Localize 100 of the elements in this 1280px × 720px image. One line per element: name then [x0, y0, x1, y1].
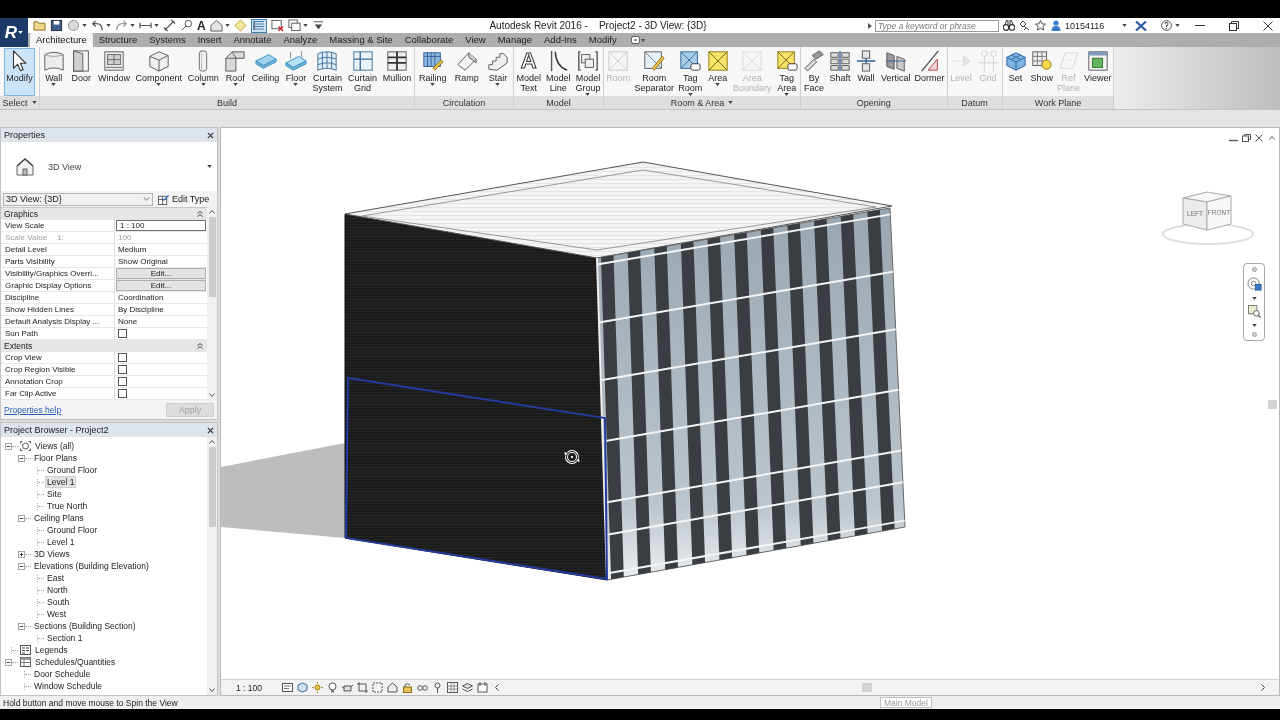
tool-button[interactable]: Wall: [853, 48, 879, 96]
chevron-left-icon[interactable]: [495, 684, 499, 691]
tree-item[interactable]: Views (all): [34, 441, 76, 451]
tree-item[interactable]: Ground Floor: [46, 525, 99, 535]
house-icon[interactable]: [387, 682, 398, 693]
ribbon-tab[interactable]: Annotate: [227, 33, 278, 47]
close-windows-icon[interactable]: [270, 19, 284, 32]
frame-icon[interactable]: [477, 682, 488, 693]
collapse-icon[interactable]: [5, 442, 12, 450]
checkbox[interactable]: [118, 377, 127, 386]
tool-button[interactable]: Stair: [484, 48, 511, 96]
tool-button[interactable]: Door: [68, 48, 95, 96]
tool-button[interactable]: A Model Text: [514, 48, 543, 96]
close-icon[interactable]: [207, 426, 214, 434]
ribbon-tab[interactable]: View: [459, 33, 492, 47]
tool-button[interactable]: Model Line: [544, 48, 573, 96]
zoom-icon[interactable]: [1247, 305, 1261, 319]
tool-button[interactable]: Floor: [282, 48, 309, 96]
scrollbar-thumb[interactable]: [1268, 400, 1277, 409]
ribbon-tab[interactable]: Collaborate: [398, 33, 460, 47]
chevron-up-icon[interactable]: [209, 210, 215, 214]
user-icon[interactable]: [1051, 20, 1061, 31]
tool-button[interactable]: By Face: [801, 48, 827, 96]
ribbon-tab[interactable]: Structure: [92, 33, 144, 47]
ribbon-tab[interactable]: Massing & Site: [323, 33, 399, 47]
caret-icon[interactable]: [1251, 323, 1257, 327]
tool-button[interactable]: Viewer: [1082, 48, 1114, 96]
edit-type-button[interactable]: Edit Type: [158, 193, 210, 205]
user-name[interactable]: 10154116: [1065, 20, 1105, 31]
close-button[interactable]: [1262, 19, 1274, 32]
tree-item[interactable]: North: [46, 585, 69, 595]
exchange-x-icon[interactable]: [1135, 20, 1148, 31]
group-header[interactable]: Graphics: [4, 209, 38, 219]
tool-button[interactable]: Area: [704, 48, 731, 96]
expand-icon[interactable]: [18, 550, 25, 558]
checkbox[interactable]: [118, 389, 127, 398]
tool-button[interactable]: Show: [1028, 48, 1056, 96]
close-icon[interactable]: [1255, 134, 1263, 142]
caret-icon[interactable]: [82, 24, 87, 27]
checkbox[interactable]: [118, 353, 127, 362]
tool-button[interactable]: Ceiling: [249, 48, 282, 96]
caret-icon[interactable]: [302, 24, 308, 27]
caret-icon[interactable]: [31, 101, 37, 105]
ribbon-tab[interactable]: Add-Ins: [538, 33, 583, 47]
tool-button[interactable]: Dormer: [912, 48, 947, 96]
collapse-icon[interactable]: [18, 562, 25, 570]
tree-item[interactable]: Level 1: [46, 537, 76, 547]
checkbox[interactable]: [118, 329, 127, 338]
tree-item[interactable]: South: [46, 597, 71, 607]
tree-item[interactable]: East: [46, 573, 65, 583]
crop-icon[interactable]: [357, 682, 368, 693]
scrollbar-thumb[interactable]: [862, 683, 872, 692]
tool-button[interactable]: Curtain Grid: [346, 48, 380, 96]
sheet-icon[interactable]: [282, 682, 293, 693]
ribbon-tab[interactable]: Insert: [191, 33, 228, 47]
tree-item[interactable]: Site: [46, 489, 63, 499]
ribbon-tab[interactable]: Modify: [582, 33, 623, 47]
tree-item[interactable]: Level 1: [46, 477, 76, 487]
restore-button[interactable]: [1228, 19, 1240, 32]
collapse-icon[interactable]: [5, 658, 12, 666]
scrollbar-thumb[interactable]: [208, 217, 216, 297]
tree-item[interactable]: 3D Views: [33, 549, 71, 559]
tool-button[interactable]: Tag Area: [773, 48, 800, 96]
sun-icon[interactable]: [312, 682, 323, 693]
ribbon-toggle-icon[interactable]: [630, 36, 645, 44]
lock-icon[interactable]: [402, 682, 413, 693]
collapse-icon[interactable]: [197, 343, 203, 349]
dimension-icon[interactable]: [163, 19, 176, 32]
tree-item[interactable]: Ceiling Plans: [33, 513, 85, 523]
app-menu-button[interactable]: R: [0, 18, 28, 47]
chevron-down-icon[interactable]: [209, 393, 215, 397]
group-header[interactable]: Extents: [4, 341, 33, 351]
switch-windows-icon[interactable]: [287, 19, 301, 32]
caret-icon[interactable]: [154, 24, 159, 27]
tool-button[interactable]: Vertical: [879, 48, 913, 96]
ribbon-tab[interactable]: Analyze: [277, 33, 324, 47]
scrollbar[interactable]: [207, 207, 217, 400]
tree-item[interactable]: Ground Floor: [46, 465, 99, 475]
chevron-up-icon[interactable]: [1269, 136, 1275, 140]
caret-icon[interactable]: [130, 24, 135, 27]
tool-button[interactable]: Mullion: [380, 48, 414, 96]
scrollbar[interactable]: [207, 437, 217, 695]
save-icon[interactable]: [50, 19, 63, 32]
help-icon[interactable]: [1161, 20, 1173, 31]
scrollbar-thumb[interactable]: [208, 447, 216, 527]
teapot-icon[interactable]: [342, 682, 353, 693]
tree-item[interactable]: West: [46, 609, 68, 619]
tool-button[interactable]: Column: [185, 48, 221, 96]
tree-item[interactable]: Window Schedule: [33, 681, 104, 691]
glasses-icon[interactable]: [417, 682, 428, 693]
tool-button[interactable]: Modify: [4, 48, 35, 96]
cube-icon[interactable]: [297, 682, 308, 693]
tool-button[interactable]: Shaft: [827, 48, 853, 96]
tool-button[interactable]: Set: [1002, 48, 1029, 96]
tree-item[interactable]: Elevations (Building Elevation): [33, 561, 150, 571]
close-icon[interactable]: [207, 131, 214, 139]
search-field[interactable]: Type a keyword or phrase: [875, 19, 999, 32]
edit-button[interactable]: Edit...: [116, 280, 206, 291]
undo-icon[interactable]: [91, 19, 104, 32]
caret-icon[interactable]: [1175, 24, 1181, 27]
